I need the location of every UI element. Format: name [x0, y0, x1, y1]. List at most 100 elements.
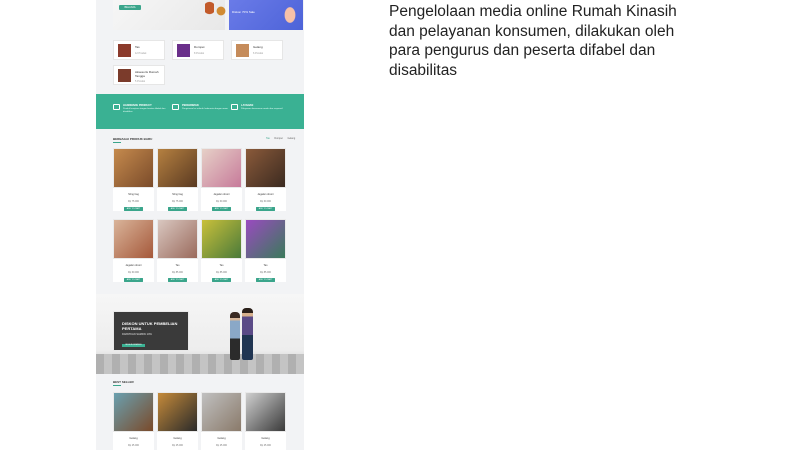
category-card[interactable]: Aksesoris Rumah Tangga 5 Produk	[113, 65, 165, 85]
product-name: Sling bag	[172, 193, 183, 196]
hero-shop-button[interactable]: BELANJA	[119, 5, 141, 10]
add-to-cart-button[interactable]: ADD TO CART	[124, 278, 143, 282]
promo-floor-background	[96, 354, 304, 374]
product-card[interactable]: Jagalan dresri Rp 60.000 ADD TO CART	[113, 219, 154, 282]
product-card[interactable]: Tas Rp 85.000 ADD TO CART	[245, 219, 286, 282]
feature-text: Pelayanan konsumen ramah dan responsif	[241, 108, 283, 110]
product-image[interactable]	[113, 219, 154, 259]
promo-photo-people	[228, 308, 258, 362]
product-price: Rp 85.000	[259, 271, 272, 274]
hero-product-image	[216, 2, 226, 20]
section-title-underline	[113, 142, 121, 143]
promo-banner: DISKON UNTUK PEMBELIAN PERTAMA DAPATKAN …	[96, 294, 304, 374]
category-count: 8 Produk	[194, 52, 205, 55]
add-to-cart-button[interactable]: ADD TO CART	[256, 207, 275, 211]
add-to-cart-button[interactable]: ADD TO CART	[168, 207, 187, 211]
category-count: 12 Produk	[135, 52, 147, 55]
product-image[interactable]	[245, 392, 286, 432]
product-name: Jagalan dresri	[125, 264, 142, 267]
product-name: Gelang	[173, 437, 182, 440]
category-title: Gelang	[253, 45, 263, 49]
category-card[interactable]: Gelang 6 Produk	[231, 40, 283, 60]
product-image[interactable]	[157, 148, 198, 188]
product-image[interactable]	[157, 392, 198, 432]
product-card[interactable]: Sling bag Rp 75.000 ADD TO CART	[113, 148, 154, 211]
tab-dompet[interactable]: Dompet	[274, 137, 282, 140]
website-mockup: BELANJA Diskon 70% Sale Tas 12 Produk Do…	[96, 0, 304, 450]
feature-title: LAYANAN	[241, 104, 254, 107]
product-card[interactable]: Gelang Rp 25.000	[245, 392, 286, 450]
hero-banner: BELANJA Diskon 70% Sale	[113, 0, 303, 30]
category-title: Aksesoris Rumah Tangga	[135, 70, 159, 78]
product-price: Rp 25.000	[259, 444, 272, 447]
product-price: Rp 85.000	[215, 271, 228, 274]
add-to-cart-button[interactable]: ADD TO CART	[212, 278, 231, 282]
feature-title: HANDMADE PRODUCT	[123, 104, 152, 107]
add-to-cart-button[interactable]: ADD TO CART	[256, 278, 275, 282]
promo-shop-button[interactable]: BELANJA SEKARANG	[122, 344, 145, 347]
hero-left-banner: BELANJA	[113, 0, 226, 30]
tab-gelang[interactable]: Gelang	[287, 137, 295, 140]
category-count: 6 Produk	[253, 52, 264, 55]
category-thumbnail	[236, 44, 249, 57]
product-name: Tas	[263, 264, 268, 267]
category-thumbnail	[177, 44, 190, 57]
product-image[interactable]	[201, 219, 242, 259]
product-price: Rp 25.000	[215, 444, 228, 447]
product-image[interactable]	[157, 219, 198, 259]
section-title-best-seller: BEST SELLER	[113, 380, 134, 384]
product-price: Rp 85.000	[171, 271, 184, 274]
feature-text: Pengiriman ke seluruh Indonesia dengan a…	[182, 108, 228, 110]
add-to-cart-button[interactable]: ADD TO CART	[124, 207, 143, 211]
product-name: Tas	[175, 264, 180, 267]
product-name: Gelang	[261, 437, 270, 440]
product-card[interactable]: Gelang Rp 25.000	[113, 392, 154, 450]
product-card[interactable]: Tas Rp 85.000 ADD TO CART	[157, 219, 198, 282]
feature-text: Produk kerajinan tangan buatan difabel d…	[123, 108, 166, 113]
product-card[interactable]: Jagalan dresri Rp 60.000 ADD TO CART	[201, 148, 242, 211]
hero-promo-banner[interactable]: Diskon 70% Sale	[229, 0, 303, 30]
promo-title: DISKON UNTUK PEMBELIAN PERTAMA	[122, 321, 178, 331]
product-name: Jagalan dresri	[257, 193, 274, 196]
hero-promo-image	[281, 2, 299, 28]
add-to-cart-button[interactable]: ADD TO CART	[168, 278, 187, 282]
features-band: HANDMADE PRODUCT Produk kerajinan tangan…	[96, 94, 304, 129]
product-image[interactable]	[245, 219, 286, 259]
product-card[interactable]: Jagalan dresri Rp 60.000 ADD TO CART	[245, 148, 286, 211]
product-tabs: Tas Dompet Gelang	[262, 137, 295, 140]
truck-icon	[172, 104, 179, 110]
product-image[interactable]	[113, 392, 154, 432]
product-price: Rp 60.000	[215, 200, 228, 203]
product-card[interactable]: Tas Rp 85.000 ADD TO CART	[201, 219, 242, 282]
person-figure	[242, 308, 253, 360]
product-name: Gelang	[217, 437, 226, 440]
product-name: Sling bag	[128, 193, 139, 196]
category-count: 5 Produk	[135, 80, 146, 83]
product-image[interactable]	[201, 392, 242, 432]
add-to-cart-button[interactable]: ADD TO CART	[212, 207, 231, 211]
hero-promo-text: Diskon 70% Sale	[232, 10, 255, 14]
category-title: Dompet	[194, 45, 205, 49]
section-title-new-products: BERBAGAI PRODUK BARU	[113, 137, 153, 141]
product-name: Jagalan dresri	[213, 193, 230, 196]
leaf-icon	[113, 104, 120, 110]
person-figure	[230, 312, 240, 360]
product-image[interactable]	[245, 148, 286, 188]
product-image[interactable]	[113, 148, 154, 188]
promo-box: DISKON UNTUK PEMBELIAN PERTAMA DAPATKAN …	[113, 311, 189, 351]
product-price: Rp 75.000	[171, 200, 184, 203]
product-card[interactable]: Sling bag Rp 75.000 ADD TO CART	[157, 148, 198, 211]
description-text: Pengelolaan media online Rumah Kinasih d…	[389, 3, 677, 79]
tab-tas[interactable]: Tas	[266, 137, 270, 140]
category-card[interactable]: Tas 12 Produk	[113, 40, 165, 60]
chat-icon	[231, 104, 238, 110]
product-image[interactable]	[201, 148, 242, 188]
category-thumbnail	[118, 69, 131, 82]
category-card[interactable]: Dompet 8 Produk	[172, 40, 224, 60]
feature-title: PENGIRIMAN	[182, 104, 199, 107]
product-card[interactable]: Gelang Rp 25.000	[157, 392, 198, 450]
promo-subtitle: DAPATKAN SAMPAI 10%	[122, 333, 152, 336]
product-card[interactable]: Gelang Rp 25.000	[201, 392, 242, 450]
product-name: Tas	[219, 264, 224, 267]
product-price: Rp 75.000	[127, 200, 140, 203]
